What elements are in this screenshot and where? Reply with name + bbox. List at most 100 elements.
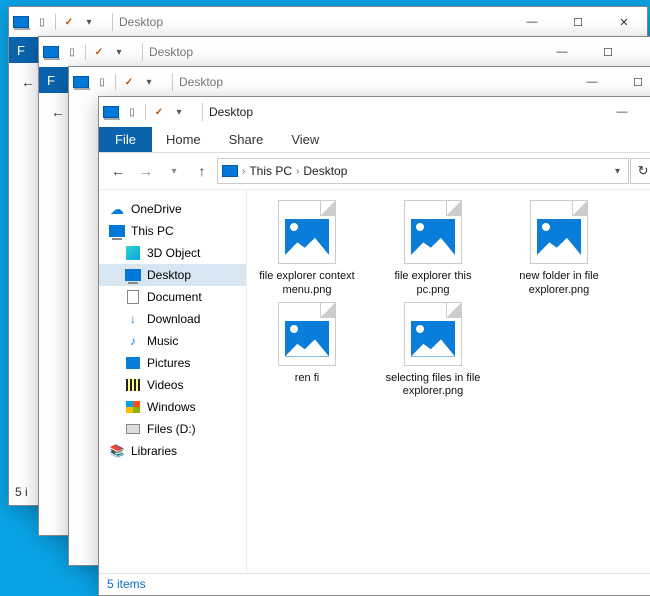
app-icon [13, 16, 29, 28]
close-button[interactable]: ✕ [601, 7, 647, 37]
qat-dropdown[interactable]: ▾ [140, 73, 158, 91]
tree-item-label: Desktop [147, 268, 191, 282]
image-file-icon [404, 200, 462, 264]
minimize-button[interactable]: — [569, 67, 615, 97]
qat-properties-icon[interactable]: ✓ [120, 73, 138, 91]
doc-icon [125, 290, 141, 304]
file-item[interactable]: selecting files in file explorer.png [379, 302, 487, 400]
file-tab[interactable]: File [99, 127, 152, 152]
breadcrumb-desktop[interactable]: Desktop [303, 164, 347, 178]
monitor-icon [109, 224, 125, 238]
tree-item-label: Windows [147, 400, 196, 414]
file-name: new folder in file explorer.png [505, 270, 613, 298]
file-item[interactable]: new folder in file explorer.png [505, 200, 613, 298]
tree-item-music[interactable]: ♪ Music [99, 330, 246, 352]
monitor-icon [125, 268, 141, 282]
maximize-button[interactable]: ☐ [585, 37, 631, 67]
window-title: Desktop [179, 75, 223, 89]
tree-item-files-d-[interactable]: Files (D:) [99, 418, 246, 440]
up-button[interactable]: ↑ [189, 158, 215, 184]
breadcrumb-thispc[interactable]: This PC [249, 164, 292, 178]
tree-item-download[interactable]: ↓ Download [99, 308, 246, 330]
maximize-button[interactable]: ☐ [615, 67, 650, 97]
tree-item-label: This PC [131, 224, 174, 238]
close-button[interactable]: ✕ [631, 37, 650, 67]
tree-item-libraries[interactable]: 📚 Libraries [99, 440, 246, 462]
tree-item-label: Libraries [131, 444, 177, 458]
refresh-button[interactable]: ↻ [630, 158, 650, 184]
file-name: file explorer this pc.png [379, 270, 487, 298]
app-icon [43, 46, 59, 58]
tab-share[interactable]: Share [215, 127, 278, 152]
tree-item-label: OneDrive [131, 202, 182, 216]
file-tab[interactable]: F [9, 37, 39, 63]
qat-folder-icon[interactable]: ▯ [93, 73, 111, 91]
tree-item-this-pc[interactable]: This PC [99, 220, 246, 242]
tree-item-label: Download [147, 312, 200, 326]
file-name: selecting files in file explorer.png [379, 372, 487, 400]
file-name: file explorer context menu.png [253, 270, 361, 298]
app-icon [103, 106, 119, 118]
recent-locations-button[interactable]: ▾ [161, 158, 187, 184]
qat-dropdown[interactable]: ▾ [170, 103, 188, 121]
tree-item-label: Files (D:) [147, 422, 196, 436]
status-bar: 5 items [99, 573, 650, 595]
qat-properties-icon[interactable]: ✓ [150, 103, 168, 121]
maximize-button[interactable]: ☐ [645, 97, 650, 127]
minimize-button[interactable]: — [539, 37, 585, 67]
3d-icon [125, 246, 141, 260]
pic-icon [125, 356, 141, 370]
location-icon [222, 165, 238, 177]
music-icon: ♪ [125, 334, 141, 348]
qat-folder-icon[interactable]: ▯ [123, 103, 141, 121]
status-count: 5 i [15, 485, 28, 499]
tree-item-pictures[interactable]: Pictures [99, 352, 246, 374]
chevron-right-icon[interactable]: › [296, 166, 299, 177]
tree-item-label: Music [147, 334, 178, 348]
lib-icon: 📚 [109, 444, 125, 458]
win-icon [125, 400, 141, 414]
maximize-button[interactable]: ☐ [555, 7, 601, 37]
image-file-icon [278, 302, 336, 366]
cloud-icon: ☁ [109, 202, 125, 216]
file-list[interactable]: file explorer context menu.png file explo… [247, 190, 650, 573]
tree-item-onedrive[interactable]: ☁ OneDrive [99, 198, 246, 220]
tree-item-label: Videos [147, 378, 183, 392]
window-title: Desktop [209, 105, 253, 119]
vid-icon [125, 378, 141, 392]
tree-item-windows[interactable]: Windows [99, 396, 246, 418]
window-title: Desktop [119, 15, 163, 29]
file-item[interactable]: file explorer this pc.png [379, 200, 487, 298]
navigation-tree[interactable]: ☁ OneDrive This PC 3D Object Desktop Document… [99, 190, 247, 573]
chevron-right-icon[interactable]: › [242, 166, 245, 177]
file-tab[interactable]: F [39, 67, 69, 93]
qat-dropdown[interactable]: ▾ [80, 13, 98, 31]
tab-home[interactable]: Home [152, 127, 215, 152]
forward-button[interactable]: → [133, 158, 159, 184]
qat-properties-icon[interactable]: ✓ [90, 43, 108, 61]
tree-item-3d-object[interactable]: 3D Object [99, 242, 246, 264]
file-name: ren fi [253, 372, 361, 386]
down-icon: ↓ [125, 312, 141, 326]
tree-item-desktop[interactable]: Desktop [99, 264, 246, 286]
tab-view[interactable]: View [277, 127, 333, 152]
window-title: Desktop [149, 45, 193, 59]
qat-folder-icon[interactable]: ▯ [63, 43, 81, 61]
back-button[interactable]: ← [105, 158, 131, 184]
image-file-icon [278, 200, 336, 264]
qat-dropdown[interactable]: ▾ [110, 43, 128, 61]
app-icon [73, 76, 89, 88]
qat-folder-icon[interactable]: ▯ [33, 13, 51, 31]
file-item[interactable]: ren fi [253, 302, 361, 400]
minimize-button[interactable]: — [509, 7, 555, 37]
image-file-icon [530, 200, 588, 264]
tree-item-videos[interactable]: Videos [99, 374, 246, 396]
address-bar[interactable]: › This PC › Desktop ▾ [217, 158, 629, 184]
qat-properties-icon[interactable]: ✓ [60, 13, 78, 31]
tree-item-label: Pictures [147, 356, 190, 370]
address-dropdown[interactable]: ▾ [611, 166, 624, 177]
file-item[interactable]: file explorer context menu.png [253, 200, 361, 298]
tree-item-document[interactable]: Document [99, 286, 246, 308]
image-file-icon [404, 302, 462, 366]
minimize-button[interactable]: — [599, 97, 645, 127]
